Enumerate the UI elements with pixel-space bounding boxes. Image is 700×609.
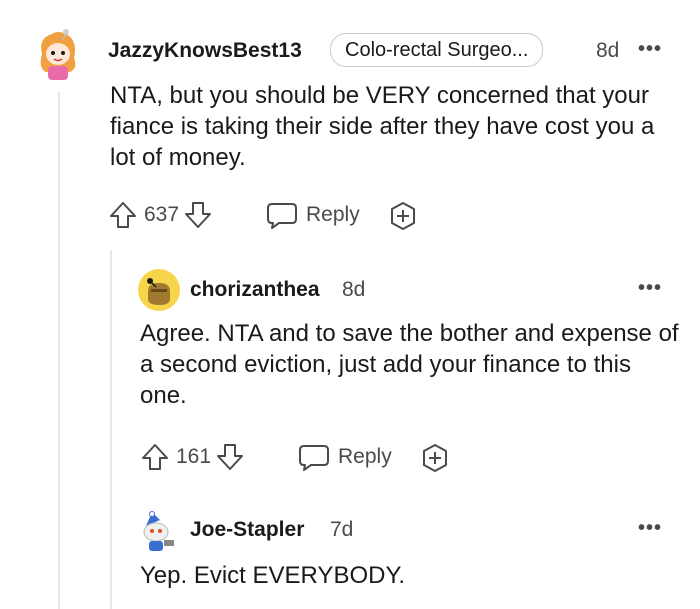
username[interactable]: JazzyKnowsBest13 <box>108 39 302 63</box>
vote-count: 161 <box>176 445 212 468</box>
timestamp[interactable]: 8d <box>342 278 365 302</box>
award-button[interactable] <box>420 443 450 473</box>
vote-controls: 161 <box>140 442 245 472</box>
more-options-button[interactable]: ••• <box>638 38 662 61</box>
avatar[interactable] <box>138 269 180 311</box>
more-options-button[interactable]: ••• <box>638 517 662 540</box>
comment-jazzyknowsbest13: JazzyKnowsBest13 Colo-rectal Surgeo... 8… <box>0 0 700 250</box>
avatar-snoo-icon <box>143 511 174 551</box>
upvote-arrow-icon[interactable] <box>108 200 138 230</box>
speech-bubble-icon <box>266 200 298 230</box>
reply-label: Reply <box>338 445 392 468</box>
timestamp[interactable]: 7d <box>330 518 353 542</box>
avatar[interactable] <box>36 28 80 82</box>
comment-body: Agree. NTA and to save the bother and ex… <box>140 320 679 409</box>
downvote-arrow-icon[interactable] <box>215 442 245 472</box>
award-plus-icon <box>420 443 450 473</box>
downvote-arrow-icon[interactable] <box>183 200 213 230</box>
vote-controls: 637 <box>108 200 213 230</box>
award-button[interactable] <box>388 201 418 231</box>
avatar[interactable] <box>138 510 178 552</box>
reply-button[interactable]: Reply <box>298 442 392 472</box>
upvote-arrow-icon[interactable] <box>140 442 170 472</box>
vote-count: 637 <box>144 203 180 226</box>
username[interactable]: Joe-Stapler <box>190 518 304 542</box>
comment-chorizanthea: chorizanthea 8d ••• Agree. NTA and to sa… <box>0 250 700 490</box>
reply-button[interactable]: Reply <box>266 200 360 230</box>
award-plus-icon <box>388 201 418 231</box>
comment-joe-stapler: Joe-Stapler 7d ••• Yep. Evict EVERYBODY. <box>0 490 700 609</box>
comment-body: Yep. Evict EVERYBODY. <box>140 562 406 589</box>
speech-bubble-icon <box>298 442 330 472</box>
reply-label: Reply <box>306 203 360 226</box>
timestamp[interactable]: 8d <box>596 39 619 63</box>
username[interactable]: chorizanthea <box>190 278 320 302</box>
avatar-snoo-icon <box>147 278 170 305</box>
user-flair: Colo-rectal Surgeo... <box>330 33 544 67</box>
more-options-button[interactable]: ••• <box>638 277 662 300</box>
comment-body: NTA, but you should be VERY concerned th… <box>110 82 655 171</box>
avatar-snoo-icon <box>40 29 76 80</box>
